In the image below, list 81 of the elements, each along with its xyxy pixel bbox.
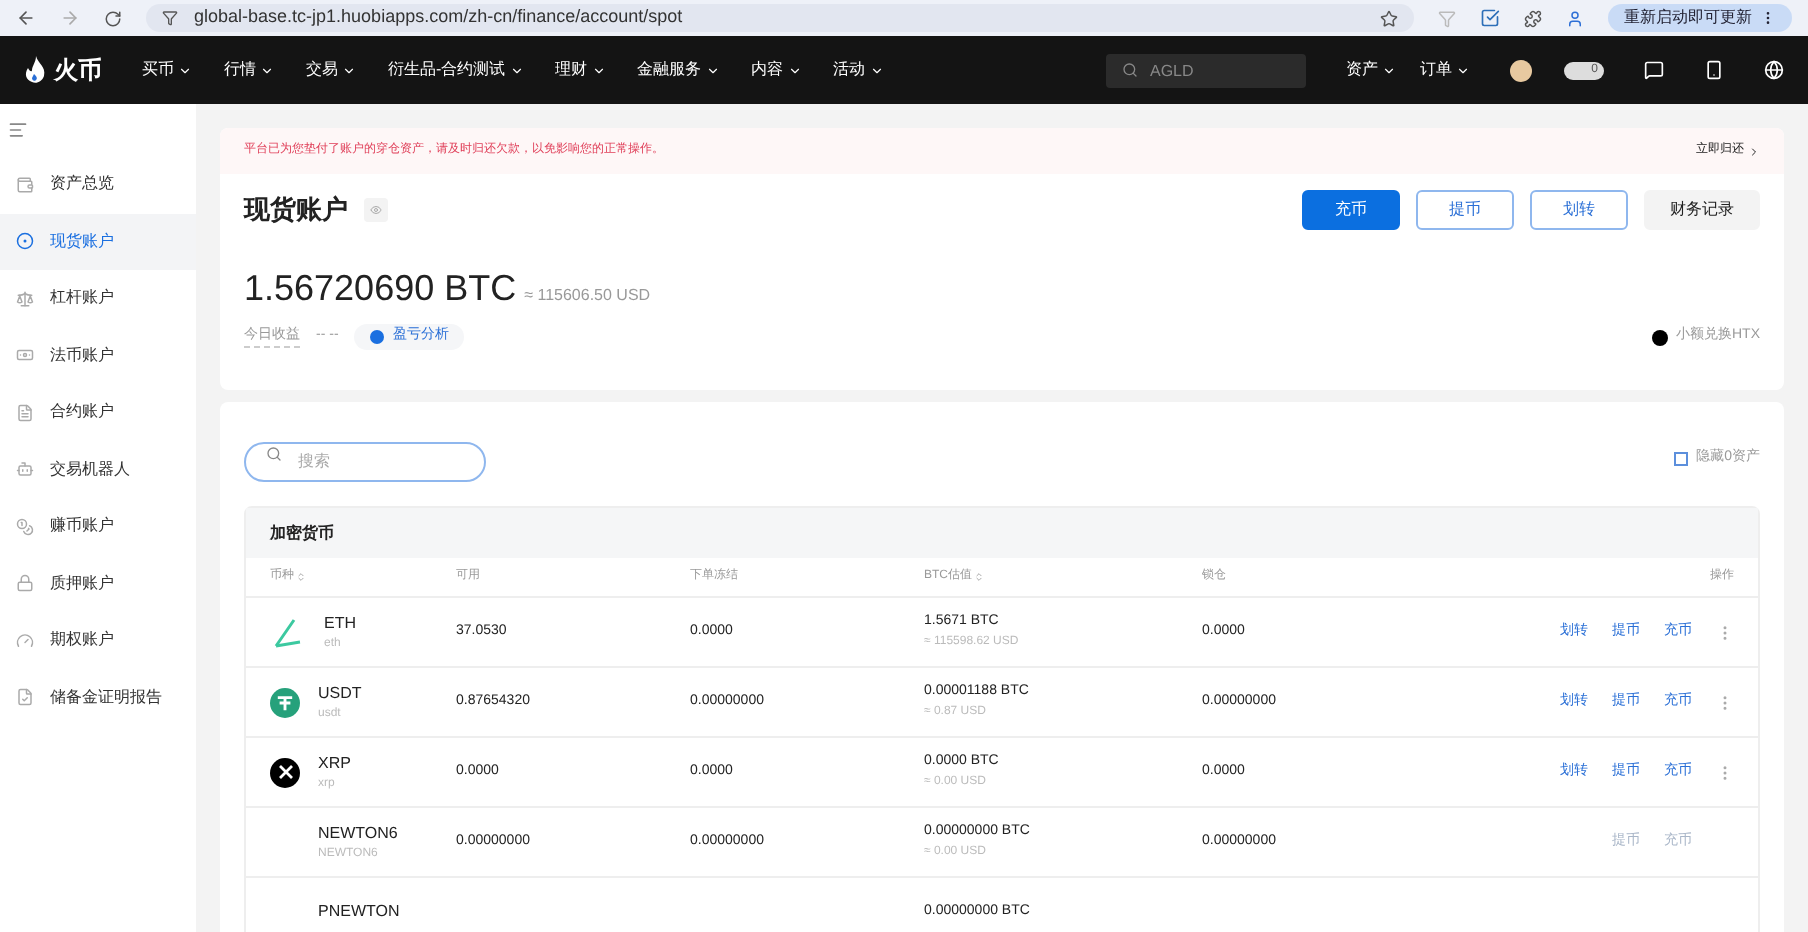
robot-icon <box>16 460 34 479</box>
avatar[interactable] <box>1510 59 1532 81</box>
account-title: 现货账户 <box>244 192 348 229</box>
nav-menu-item[interactable]: 活动 <box>833 58 884 82</box>
asset-search-field[interactable]: 搜索 <box>244 441 486 481</box>
sidebar-item[interactable]: 杠杆账户 <box>0 270 196 327</box>
phone-icon[interactable] <box>1704 60 1724 80</box>
nav-menu-item[interactable]: 交易 <box>306 58 356 82</box>
caret-icon <box>591 63 606 77</box>
caret-icon <box>869 63 884 77</box>
document-icon <box>16 403 34 422</box>
usd-balance: ≈ 115606.50 USD <box>524 284 651 308</box>
bookmark-star-icon[interactable] <box>1380 9 1398 27</box>
hide-zero-checkbox[interactable] <box>1674 451 1689 465</box>
tether-coin-icon <box>270 687 300 717</box>
nav-menu-item[interactable]: 理财 <box>555 58 606 82</box>
nav-menu-item[interactable]: 衍生品-合约测试 <box>388 58 524 82</box>
action-button[interactable]: 提币 <box>1416 190 1514 230</box>
reload-icon[interactable] <box>104 9 122 27</box>
extension-icon[interactable] <box>1480 8 1500 28</box>
url-text: global-base.tc-jp1.huobiapps.com/zh-cn/finance/account/spot <box>194 4 683 31</box>
file-check-icon <box>16 688 34 707</box>
nav-menu-item[interactable]: 行情 <box>224 58 274 82</box>
sidebar-item[interactable]: 资产总览 <box>0 156 196 213</box>
eye-icon <box>370 204 382 216</box>
visibility-toggle[interactable] <box>364 198 388 222</box>
caret-icon <box>1382 63 1396 77</box>
logo-text: 火币 <box>54 54 102 88</box>
nav-search-field[interactable]: AGLD <box>1106 53 1306 87</box>
sidebar-item[interactable]: 法币账户 <box>0 327 196 384</box>
chevron-right-icon <box>1748 145 1760 157</box>
lock-icon <box>16 574 34 593</box>
address-bar[interactable]: global-base.tc-jp1.huobiapps.com/zh-cn/finance/account/spot <box>146 4 1414 32</box>
nav-menu-item[interactable]: 订单 <box>1420 58 1470 82</box>
nav-menu-item[interactable]: 金融服务 <box>637 58 720 82</box>
coins-icon <box>16 517 34 536</box>
action-button[interactable]: 财务记录 <box>1644 190 1760 230</box>
caret-icon <box>1456 63 1470 77</box>
coin-symbol: XRP <box>318 751 351 775</box>
sidebar-item[interactable]: 交易机器人 <box>0 441 196 498</box>
sidebar-item[interactable]: 赚币账户 <box>0 498 196 555</box>
action-button[interactable]: 充币 <box>1302 190 1400 230</box>
search-icon <box>1122 62 1138 78</box>
section-header: 加密货币 <box>246 508 1758 558</box>
wallet-icon <box>16 175 34 194</box>
sidebar-item[interactable]: 期权账户 <box>0 612 196 669</box>
update-button[interactable]: 重新启动即可更新 <box>1608 4 1792 32</box>
sidebar-item[interactable]: 合约账户 <box>0 384 196 441</box>
coin-logo-icon <box>1652 329 1668 345</box>
sidebar-item[interactable]: 储备金证明报告 <box>0 669 196 726</box>
slash-logo-icon <box>270 614 306 650</box>
coin-symbol: PNEWTON <box>318 900 400 924</box>
coin-symbol: ETH <box>324 611 356 635</box>
globe-icon[interactable] <box>1764 60 1784 80</box>
message-icon[interactable] <box>1644 60 1664 80</box>
caret-icon <box>787 63 802 77</box>
sidebar-item[interactable]: 质押账户 <box>0 555 196 612</box>
dot-circle-icon <box>16 232 34 251</box>
nav-menu-item[interactable]: 资产 <box>1346 58 1396 82</box>
btc-balance: 1.56720690 BTC <box>244 266 517 312</box>
back-icon[interactable] <box>16 8 36 28</box>
flame-logo-icon <box>24 56 46 84</box>
search-icon <box>266 446 282 462</box>
banknote-icon <box>16 346 34 365</box>
nav-menu-item[interactable]: 买币 <box>142 58 192 82</box>
coin-symbol: USDT <box>318 681 362 705</box>
caret-icon <box>178 63 192 77</box>
scale-icon <box>16 289 34 308</box>
nav-menu-item[interactable]: 内容 <box>751 58 802 82</box>
extensions-icon[interactable] <box>1524 9 1542 27</box>
caret-icon <box>705 63 720 77</box>
caret-icon <box>260 63 274 77</box>
gauge-icon <box>16 631 34 650</box>
profile-icon[interactable] <box>1566 9 1584 27</box>
coin-symbol: NEWTON6 <box>318 821 398 845</box>
caret-icon <box>509 63 524 77</box>
collapse-icon[interactable] <box>8 120 28 140</box>
caret-icon <box>342 63 356 77</box>
action-button[interactable]: 划转 <box>1530 190 1628 230</box>
x-coin-icon <box>270 757 300 787</box>
sidebar-item[interactable]: 现货账户 <box>0 213 196 270</box>
